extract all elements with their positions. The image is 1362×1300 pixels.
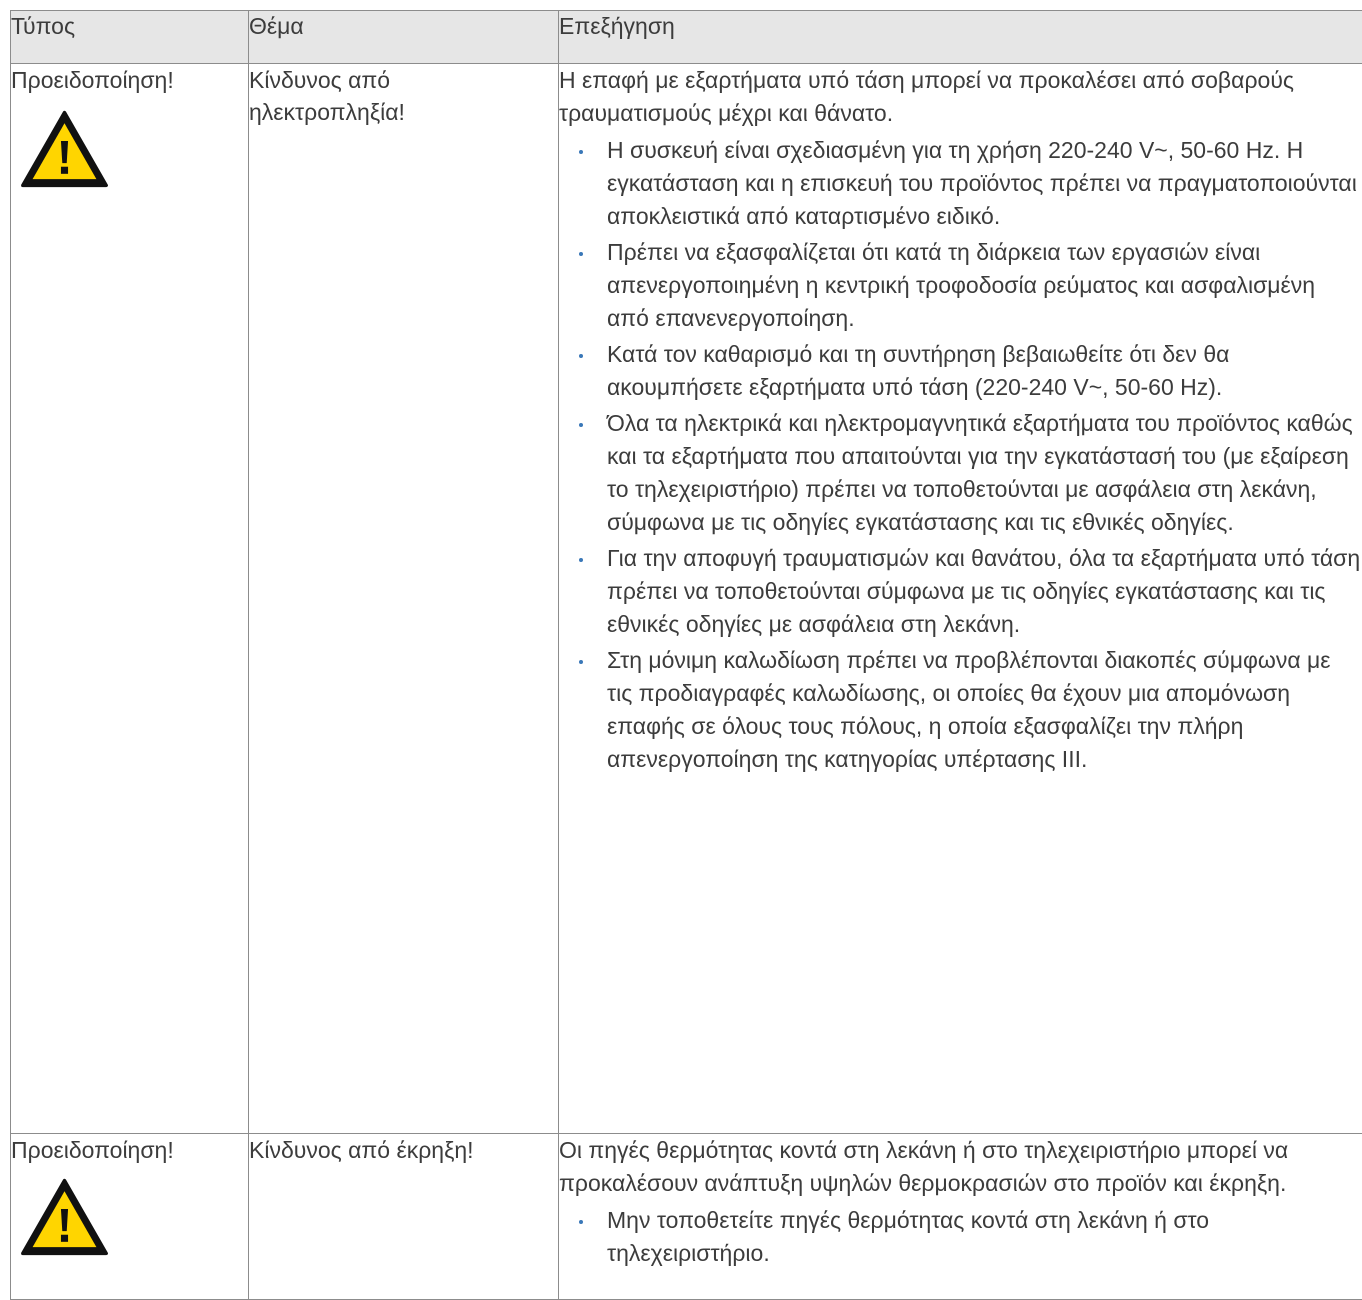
topic-cell: Κίνδυνος από ηλεκτροπληξία! [249, 64, 559, 1134]
warning-triangle-icon [20, 1178, 109, 1256]
column-header-type: Τύπος [11, 11, 249, 64]
warning-type-label: Προειδοποίηση! [11, 64, 248, 96]
column-header-topic: Θέμα [249, 11, 559, 64]
list-item-text: Όλα τα ηλεκτρικά και ηλεκτρομαγνητικά εξ… [607, 410, 1353, 535]
explanation-cell: Οι πηγές θερμότητας κοντά στη λεκάνη ή σ… [559, 1134, 1362, 1300]
list-item-text: Για την αποφυγή τραυματισμών και θανάτου… [607, 545, 1360, 637]
list-item: Όλα τα ηλεκτρικά και ηλεκτρομαγνητικά εξ… [559, 407, 1362, 539]
table-row: Προειδοποίηση! Κίνδυνος από έκρηξη! Οι π… [11, 1134, 1362, 1300]
list-item: Κατά τον καθαρισμό και τη συντήρηση βεβα… [559, 338, 1362, 404]
bullet-icon [579, 660, 583, 664]
topic-label: Κίνδυνος από έκρηξη! [249, 1134, 479, 1166]
bullet-icon [579, 150, 583, 154]
list-item: Η συσκευή είναι σχεδιασμένη για τη χρήση… [559, 134, 1362, 233]
list-item-text: Στη μόνιμη καλωδίωση πρέπει να προβλέπον… [607, 647, 1331, 772]
list-item: Πρέπει να εξασφαλίζεται ότι κατά τη διάρ… [559, 236, 1362, 335]
bullet-icon [579, 252, 583, 256]
bullet-icon [579, 1220, 583, 1224]
list-item-text: Πρέπει να εξασφαλίζεται ότι κατά τη διάρ… [607, 239, 1315, 331]
explanation-intro: Οι πηγές θερμότητας κοντά στη λεκάνη ή σ… [559, 1134, 1362, 1200]
instruction-list: Η συσκευή είναι σχεδιασμένη για τη χρήση… [559, 134, 1362, 776]
topic-label: Κίνδυνος από ηλεκτροπληξία! [249, 64, 479, 128]
type-cell: Προειδοποίηση! [11, 1134, 249, 1300]
safety-warnings-table: Τύπος Θέμα Επεξήγηση Προειδοποίηση! Κίνδ… [10, 10, 1362, 1300]
list-item: Μην τοποθετείτε πηγές θερμότητας κοντά σ… [559, 1204, 1362, 1270]
list-item-text: Κατά τον καθαρισμό και τη συντήρηση βεβα… [607, 341, 1229, 400]
bullet-icon [579, 354, 583, 358]
list-item: Στη μόνιμη καλωδίωση πρέπει να προβλέπον… [559, 644, 1362, 776]
warning-type-label: Προειδοποίηση! [11, 1134, 248, 1166]
topic-cell: Κίνδυνος από έκρηξη! [249, 1134, 559, 1300]
explanation-cell: Η επαφή με εξαρτήματα υπό τάση μπορεί να… [559, 64, 1362, 1134]
column-header-explanation: Επεξήγηση [559, 11, 1362, 64]
table-header: Τύπος Θέμα Επεξήγηση [11, 11, 1362, 64]
list-item: Για την αποφυγή τραυματισμών και θανάτου… [559, 542, 1362, 641]
list-item-text: Η συσκευή είναι σχεδιασμένη για τη χρήση… [607, 137, 1357, 229]
table-row: Προειδοποίηση! Κίνδυνος από ηλεκτροπληξί… [11, 64, 1362, 1134]
type-cell: Προειδοποίηση! [11, 64, 249, 1134]
bullet-icon [579, 558, 583, 562]
instruction-list: Μην τοποθετείτε πηγές θερμότητας κοντά σ… [559, 1204, 1362, 1270]
explanation-intro: Η επαφή με εξαρτήματα υπό τάση μπορεί να… [559, 64, 1362, 130]
bullet-icon [579, 423, 583, 427]
warning-triangle-icon [20, 110, 109, 188]
list-item-text: Μην τοποθετείτε πηγές θερμότητας κοντά σ… [607, 1207, 1209, 1266]
